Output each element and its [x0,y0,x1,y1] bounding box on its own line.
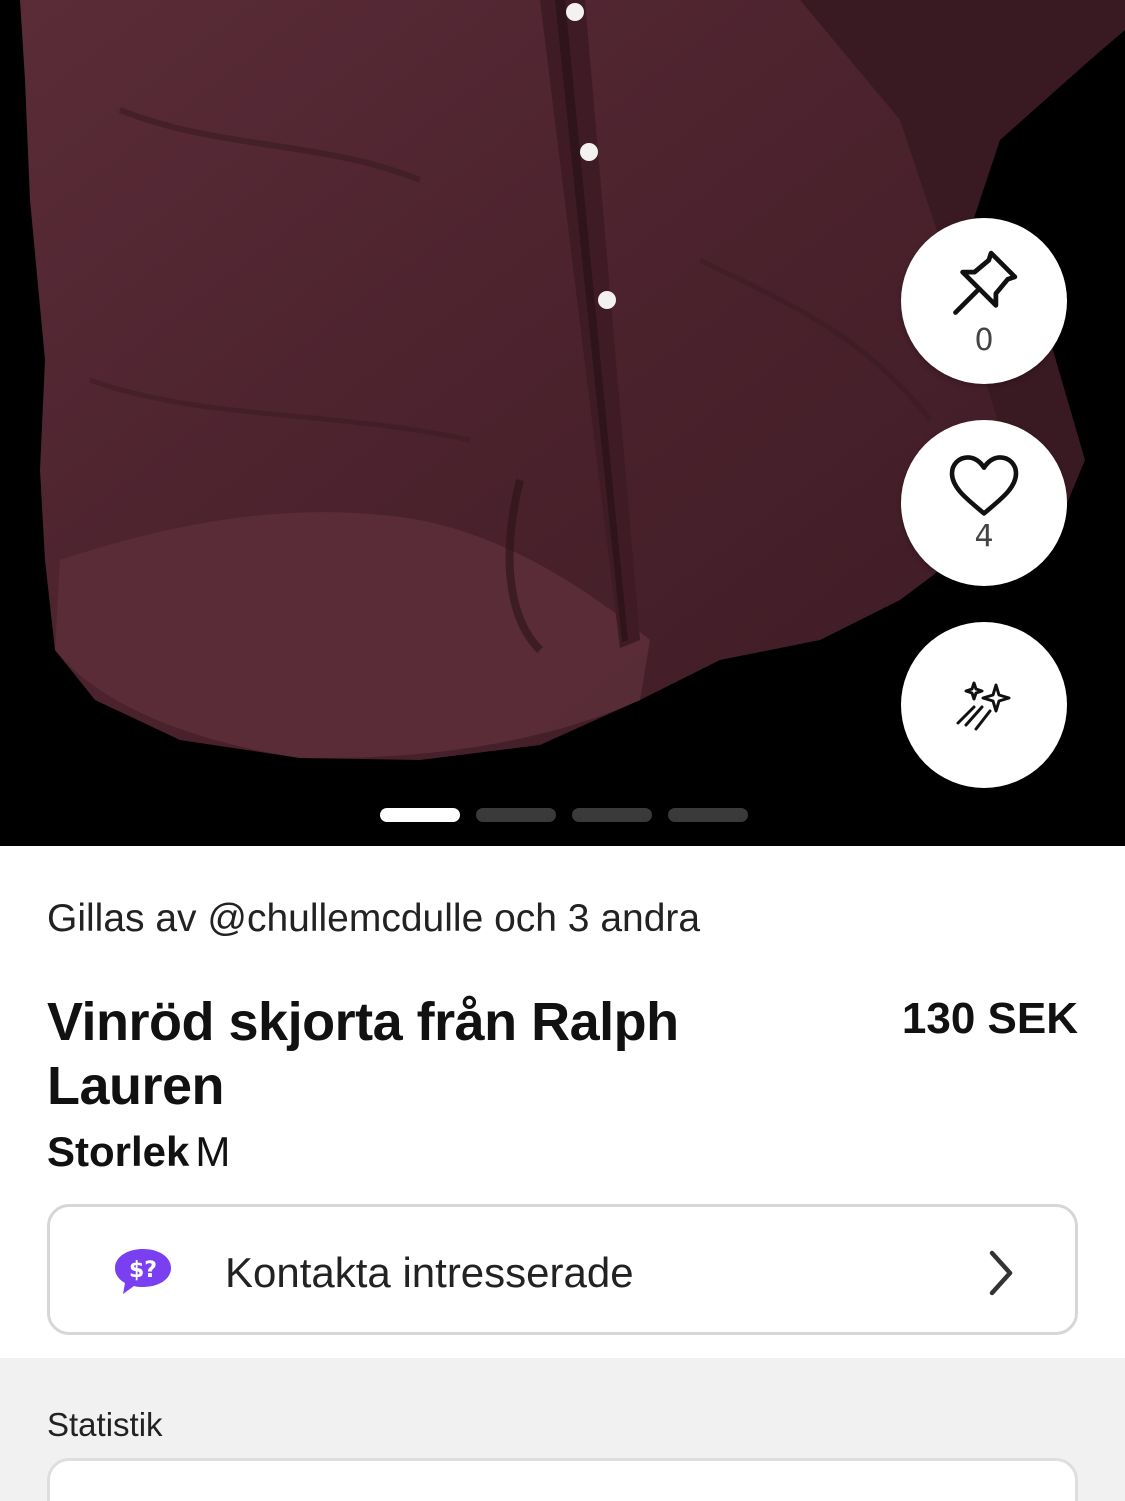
shirt-button [598,291,616,309]
gallery-dot[interactable] [668,808,748,822]
gallery-dot[interactable] [476,808,556,822]
sparkles-icon [956,681,1011,731]
price-question-icon: $? [115,1249,171,1294]
gallery-dot[interactable] [572,808,652,822]
boost-button[interactable] [901,622,1067,788]
pin-button[interactable]: 0 [901,218,1067,384]
statistics-card [47,1458,1078,1501]
pin-count: 0 [974,323,994,358]
size-label: Storlek [47,1128,190,1175]
heart-icon [949,455,1019,516]
size-info: Storlek M [47,1128,230,1176]
statistics-title: Statistik [47,1406,163,1443]
price-question-badge: $? [129,1258,157,1283]
like-button[interactable]: 4 [901,420,1067,586]
contact-interested-label: Kontakta intresserade [225,1249,634,1296]
size-value: M [195,1128,231,1175]
shirt-button [580,143,598,161]
listing-price: 130 SEK [901,994,1078,1043]
chevron-right-icon [989,1250,1013,1296]
gallery-dot[interactable] [380,808,460,822]
gallery-pagination [380,808,748,822]
like-count: 4 [974,519,994,554]
contact-interested-button[interactable]: $? Kontakta intresserade [47,1204,1078,1335]
pin-icon [953,250,1018,315]
liked-by-text[interactable]: Gillas av @chullemcdulle och 3 andra [47,897,700,941]
shirt-button [566,3,584,21]
listing-title: Vinröd skjorta från Ralph Lauren [47,992,679,1116]
product-photo[interactable]: 0 4 [0,0,1125,846]
